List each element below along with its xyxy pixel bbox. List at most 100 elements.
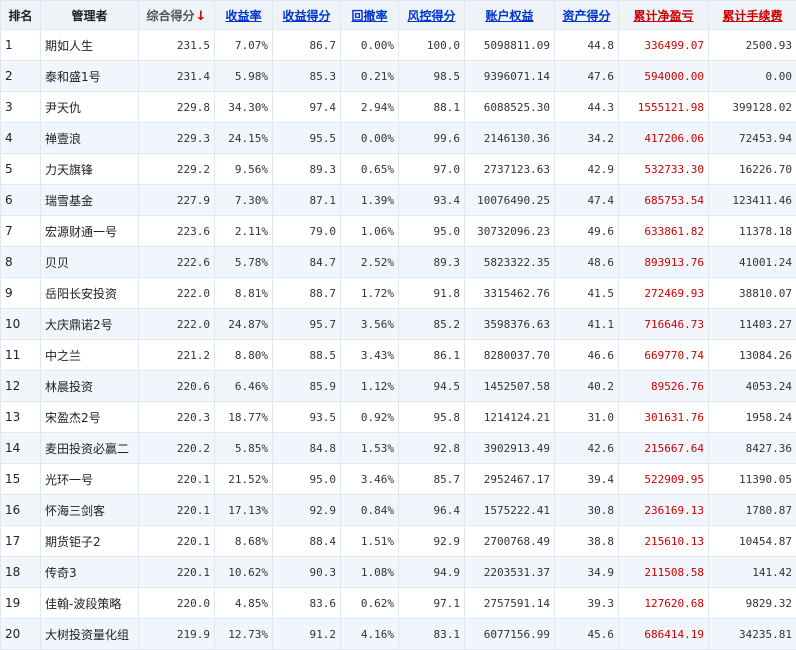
cell-rank: 6 (1, 185, 41, 216)
cell-rank: 1 (1, 30, 41, 61)
cell-rank: 11 (1, 340, 41, 371)
cell-return-score: 88.4 (273, 526, 341, 557)
sort-desc-arrow-icon: ↓ (196, 9, 207, 24)
cell-rank: 15 (1, 464, 41, 495)
cell-drawdown: 1.12% (341, 371, 399, 402)
cell-equity: 9396071.14 (465, 61, 555, 92)
cell-equity: 5823322.35 (465, 247, 555, 278)
cell-cum-pnl: 272469.93 (619, 278, 709, 309)
cell-rank: 7 (1, 216, 41, 247)
cell-cum-pnl: 211508.58 (619, 557, 709, 588)
cell-drawdown: 2.52% (341, 247, 399, 278)
cell-risk-score: 95.8 (399, 402, 465, 433)
cell-cum-fee: 8427.36 (709, 433, 796, 464)
cell-manager-name: 大树投资量化组 (41, 619, 139, 650)
cell-composite-score: 220.0 (139, 588, 215, 619)
cell-cum-pnl: 685753.54 (619, 185, 709, 216)
cell-cum-pnl: 236169.13 (619, 495, 709, 526)
cell-equity: 3598376.63 (465, 309, 555, 340)
cell-cum-fee: 72453.94 (709, 123, 796, 154)
cell-return-rate: 5.85% (215, 433, 273, 464)
cell-risk-score: 99.6 (399, 123, 465, 154)
col-composite-score-header[interactable]: 综合得分↓ (139, 1, 215, 30)
col-equity-header[interactable]: 账户权益 (465, 1, 555, 30)
col-drawdown-header[interactable]: 回撤率 (341, 1, 399, 30)
cell-cum-pnl: 893913.76 (619, 247, 709, 278)
cell-return-score: 93.5 (273, 402, 341, 433)
cell-equity: 3902913.49 (465, 433, 555, 464)
cell-risk-score: 92.9 (399, 526, 465, 557)
cell-return-score: 83.6 (273, 588, 341, 619)
cell-composite-score: 222.0 (139, 309, 215, 340)
cell-asset-score: 30.8 (555, 495, 619, 526)
cell-asset-score: 41.1 (555, 309, 619, 340)
cell-cum-pnl: 633861.82 (619, 216, 709, 247)
cell-asset-score: 39.3 (555, 588, 619, 619)
cell-cum-fee: 11390.05 (709, 464, 796, 495)
table-row: 9 岳阳长安投资 222.0 8.81% 88.7 1.72% 91.8 331… (1, 278, 796, 309)
cell-manager-name: 贝贝 (41, 247, 139, 278)
col-cum-fee-header[interactable]: 累计手续费 (709, 1, 796, 30)
col-asset-score-header[interactable]: 资产得分 (555, 1, 619, 30)
cell-equity: 6088525.30 (465, 92, 555, 123)
cell-composite-score: 220.1 (139, 557, 215, 588)
cell-rank: 18 (1, 557, 41, 588)
cell-manager-name: 佳翰-波段策略 (41, 588, 139, 619)
table-row: 4 禅壹浪 229.3 24.15% 95.5 0.00% 99.6 21461… (1, 123, 796, 154)
table-row: 19 佳翰-波段策略 220.0 4.85% 83.6 0.62% 97.1 2… (1, 588, 796, 619)
cell-asset-score: 49.6 (555, 216, 619, 247)
cell-equity: 5098811.09 (465, 30, 555, 61)
cell-cum-pnl: 89526.76 (619, 371, 709, 402)
cell-drawdown: 2.94% (341, 92, 399, 123)
cell-risk-score: 93.4 (399, 185, 465, 216)
table-row: 6 瑞雪基金 227.9 7.30% 87.1 1.39% 93.4 10076… (1, 185, 796, 216)
cell-return-score: 91.2 (273, 619, 341, 650)
cell-cum-pnl: 417206.06 (619, 123, 709, 154)
col-cum-pnl-header[interactable]: 累计净盈亏 (619, 1, 709, 30)
cell-cum-pnl: 1555121.98 (619, 92, 709, 123)
cell-asset-score: 48.6 (555, 247, 619, 278)
cell-manager-name: 尹天仇 (41, 92, 139, 123)
cell-manager-name: 光环一号 (41, 464, 139, 495)
cell-cum-fee: 13084.26 (709, 340, 796, 371)
col-return-score-header[interactable]: 收益得分 (273, 1, 341, 30)
cell-rank: 10 (1, 309, 41, 340)
cell-return-rate: 24.15% (215, 123, 273, 154)
cell-cum-fee: 4053.24 (709, 371, 796, 402)
cell-cum-fee: 2500.93 (709, 30, 796, 61)
cell-rank: 12 (1, 371, 41, 402)
cell-return-score: 97.4 (273, 92, 341, 123)
cell-cum-fee: 10454.87 (709, 526, 796, 557)
cell-equity: 2700768.49 (465, 526, 555, 557)
cell-manager-name: 中之兰 (41, 340, 139, 371)
cell-risk-score: 97.1 (399, 588, 465, 619)
cell-cum-pnl: 532733.30 (619, 154, 709, 185)
cell-drawdown: 0.62% (341, 588, 399, 619)
cell-equity: 1575222.41 (465, 495, 555, 526)
col-return-rate-header[interactable]: 收益率 (215, 1, 273, 30)
cell-equity: 2737123.63 (465, 154, 555, 185)
cell-risk-score: 88.1 (399, 92, 465, 123)
cell-drawdown: 3.43% (341, 340, 399, 371)
cell-composite-score: 219.9 (139, 619, 215, 650)
cell-asset-score: 44.3 (555, 92, 619, 123)
cell-manager-name: 力天旗锋 (41, 154, 139, 185)
cell-risk-score: 95.0 (399, 216, 465, 247)
cell-return-rate: 5.78% (215, 247, 273, 278)
cell-return-rate: 8.68% (215, 526, 273, 557)
cell-asset-score: 34.9 (555, 557, 619, 588)
cell-return-rate: 9.56% (215, 154, 273, 185)
cell-drawdown: 0.21% (341, 61, 399, 92)
cell-return-score: 88.5 (273, 340, 341, 371)
col-risk-score-header[interactable]: 风控得分 (399, 1, 465, 30)
table-row: 13 宋盈杰2号 220.3 18.77% 93.5 0.92% 95.8 12… (1, 402, 796, 433)
cell-cum-fee: 11378.18 (709, 216, 796, 247)
table-row: 16 怀海三剑客 220.1 17.13% 92.9 0.84% 96.4 15… (1, 495, 796, 526)
cell-equity: 8280037.70 (465, 340, 555, 371)
table-row: 20 大树投资量化组 219.9 12.73% 91.2 4.16% 83.1 … (1, 619, 796, 650)
cell-return-rate: 2.11% (215, 216, 273, 247)
cell-manager-name: 期货钜子2 (41, 526, 139, 557)
cell-risk-score: 85.7 (399, 464, 465, 495)
table-row: 2 泰和盛1号 231.4 5.98% 85.3 0.21% 98.5 9396… (1, 61, 796, 92)
cell-equity: 2146130.36 (465, 123, 555, 154)
